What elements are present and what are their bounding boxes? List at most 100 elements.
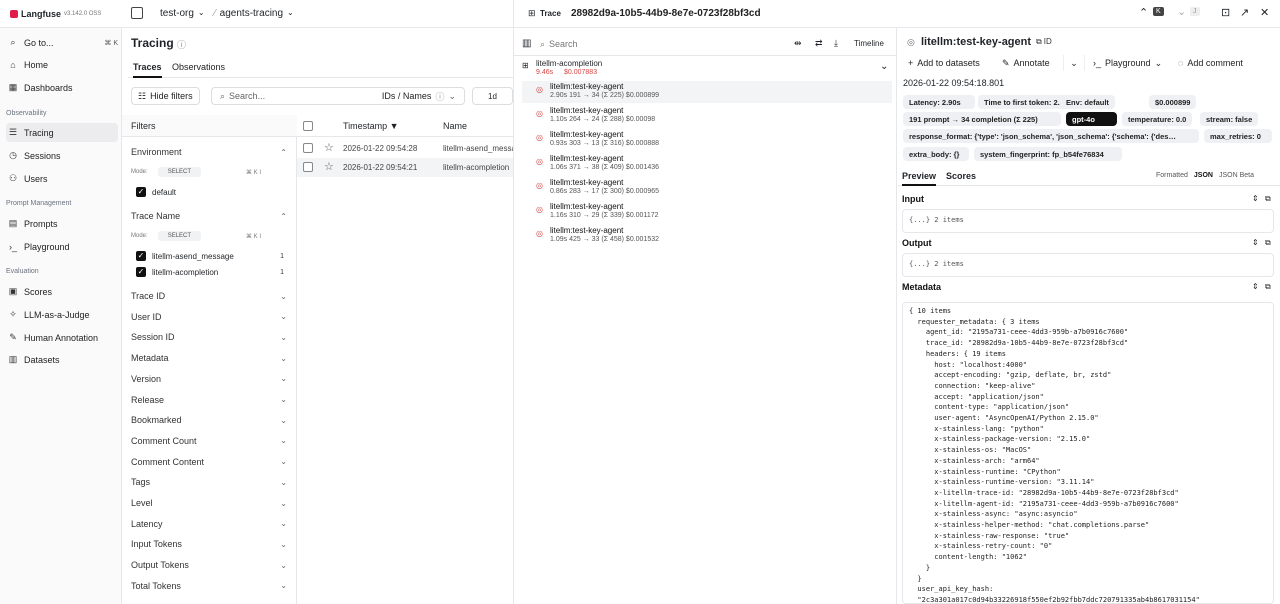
input-json-box[interactable]: {...} 2 items bbox=[902, 209, 1274, 233]
span-node[interactable]: ◎ litellm:test-key-agent 0.93s 303 → 13 (Σ… bbox=[522, 129, 892, 151]
table-row[interactable]: ☆ 2026-01-22 09:54:28 litellm-asend_mess… bbox=[297, 139, 513, 158]
annotate-button[interactable]: ✎ Annotate bbox=[1002, 55, 1050, 71]
filter-environment[interactable]: Environment ⌃ bbox=[131, 143, 287, 161]
expand-icon[interactable]: ⇕ bbox=[1252, 282, 1259, 291]
copy-icon[interactable]: ⧉ bbox=[1265, 194, 1271, 204]
copy-icon[interactable]: ⧉ bbox=[1265, 282, 1271, 292]
format-json-beta[interactable]: JSON Beta bbox=[1219, 172, 1254, 179]
format-formatted[interactable]: Formatted bbox=[1156, 172, 1188, 179]
tab-preview[interactable]: Preview bbox=[902, 171, 937, 186]
filter-input-tokens[interactable]: Input Tokens ⌄ bbox=[131, 535, 287, 553]
panel-icon[interactable]: ▥ bbox=[522, 38, 531, 49]
span-node[interactable]: ◎ litellm:test-key-agent 1.16s 310 → 29 (Σ… bbox=[522, 201, 892, 223]
external-link-icon[interactable]: ↗ bbox=[1240, 6, 1249, 19]
expand-icon[interactable]: ⇕ bbox=[1252, 194, 1259, 203]
sidebar-item-human-annotation[interactable]: ✎ Human Annotation bbox=[6, 328, 118, 347]
download-icon[interactable]: ⤓ bbox=[834, 38, 838, 49]
playground-button[interactable]: ›_ Playground ⌄ bbox=[1093, 55, 1162, 71]
row-checkbox[interactable] bbox=[303, 143, 313, 153]
filter-comment-count[interactable]: Comment Count ⌄ bbox=[131, 432, 287, 450]
filter-total-tokens[interactable]: Total Tokens ⌄ bbox=[131, 577, 287, 595]
column-name[interactable]: Name bbox=[443, 121, 467, 131]
sidebar-item-llm-judge[interactable]: ✧ LLM-as-a-Judge bbox=[6, 305, 118, 324]
mode-selector[interactable]: Mode: SELECT ⌘ K I bbox=[131, 165, 281, 179]
filter-tags[interactable]: Tags ⌄ bbox=[131, 473, 287, 491]
sidebar-item-dashboards[interactable]: ▦ Dashboards bbox=[6, 78, 118, 97]
filter-comment-content[interactable]: Comment Content ⌄ bbox=[131, 453, 287, 471]
checkbox-checked-icon[interactable]: ✓ bbox=[136, 251, 146, 261]
filter-output-tokens[interactable]: Output Tokens ⌄ bbox=[131, 556, 287, 574]
filter-trace-name[interactable]: Trace Name ⌃ bbox=[131, 207, 287, 225]
span-node[interactable]: ◎ litellm:test-key-agent 1.06s 371 → 38 (Σ… bbox=[522, 153, 892, 175]
row-checkbox[interactable] bbox=[303, 162, 313, 172]
chevron-up-icon[interactable]: ⌃ bbox=[1139, 6, 1148, 19]
star-icon[interactable]: ☆ bbox=[324, 141, 334, 154]
timeline-button[interactable]: Timeline bbox=[854, 39, 884, 48]
sidebar-item-sessions[interactable]: ◷ Sessions bbox=[6, 146, 118, 165]
tab-observations[interactable]: Observations bbox=[172, 62, 225, 72]
span-node[interactable]: ◎ litellm:test-key-agent 1.09s 425 → 33 (Σ… bbox=[522, 225, 892, 247]
copy-icon[interactable]: ⧉ bbox=[1265, 238, 1271, 248]
project-selector[interactable]: ⁄ agents-tracing ⌄ bbox=[214, 8, 294, 19]
select-all-checkbox[interactable] bbox=[303, 121, 313, 131]
filter-release[interactable]: Release ⌄ bbox=[131, 391, 287, 409]
tab-scores[interactable]: Scores bbox=[946, 171, 976, 181]
collapse-icon[interactable]: ⊡ bbox=[1221, 6, 1230, 19]
filter-option-acompletion[interactable]: ✓ litellm-acompletion 1 bbox=[136, 265, 284, 279]
adjust-icon[interactable]: ⇹ bbox=[794, 38, 802, 49]
span-node[interactable]: ◎ litellm:test-key-agent 2.90s 191 → 34 (Σ… bbox=[522, 81, 892, 103]
sidebar-item-tracing[interactable]: ☰ Tracing bbox=[6, 123, 118, 142]
sidebar-toggle-icon[interactable] bbox=[131, 7, 143, 19]
chevron-down-icon[interactable]: ⌄ bbox=[1177, 5, 1186, 18]
filter-user-id[interactable]: User ID ⌄ bbox=[131, 308, 287, 326]
copy-id-button[interactable]: ⧉ ID bbox=[1036, 37, 1052, 47]
annotate-dropdown-button[interactable]: ⌄ bbox=[1063, 55, 1085, 71]
star-icon[interactable]: ☆ bbox=[324, 160, 334, 173]
sidebar-item-datasets[interactable]: ▥ Datasets bbox=[6, 350, 118, 369]
span-node[interactable]: ◎ litellm:test-key-agent 1.10s 264 → 24 (Σ… bbox=[522, 105, 892, 127]
tree-search-input[interactable]: ⌕ Search bbox=[540, 36, 780, 52]
mode-selector[interactable]: Mode: SELECT ⌘ K I bbox=[131, 229, 281, 243]
metadata-json-view[interactable]: { 10 items requester_metadata: { 3 items… bbox=[902, 302, 1274, 604]
filter-trace-id[interactable]: Trace ID ⌄ bbox=[131, 287, 287, 305]
info-icon[interactable]: ⓘ bbox=[177, 38, 186, 51]
root-trace-node[interactable]: ⊞ litellm-acompletion 9.46s $0.007883 ⌄ bbox=[522, 58, 892, 80]
hide-filters-button[interactable]: ☷ Hide filters bbox=[131, 87, 200, 105]
column-timestamp[interactable]: Timestamp ▼ bbox=[343, 121, 399, 131]
brand[interactable]: Langfuse v3.142.0 OSS bbox=[10, 9, 101, 19]
filter-version[interactable]: Version ⌄ bbox=[131, 370, 287, 388]
filter-metadata[interactable]: Metadata ⌄ bbox=[131, 349, 287, 367]
sidebar-item-home[interactable]: ⌂ Home bbox=[6, 55, 118, 74]
checkbox-checked-icon[interactable]: ✓ bbox=[136, 187, 146, 197]
expand-icon[interactable]: ⇕ bbox=[1252, 238, 1259, 247]
metadata-badge[interactable]: gpt-4o bbox=[1066, 112, 1117, 126]
close-icon[interactable]: ✕ bbox=[1260, 6, 1269, 19]
sidebar-item-goto[interactable]: ⌕ Go to... ⌘ K bbox=[6, 33, 118, 52]
add-to-datasets-button[interactable]: + Add to datasets bbox=[908, 55, 980, 71]
sidebar-item-scores[interactable]: ▣ Scores bbox=[6, 282, 118, 301]
table-row[interactable]: ☆ 2026-01-22 09:54:21 litellm-acompletio… bbox=[297, 158, 513, 177]
filter-level[interactable]: Level ⌄ bbox=[131, 494, 287, 512]
sidebar-item-prompts[interactable]: ▤ Prompts bbox=[6, 214, 118, 233]
date-range-select[interactable]: 1d bbox=[472, 87, 513, 105]
filter-bookmarked[interactable]: Bookmarked ⌄ bbox=[131, 411, 287, 429]
ids-names-select[interactable]: IDs / Names bbox=[382, 91, 432, 101]
sidebar-item-playground[interactable]: ›_ Playground bbox=[6, 237, 118, 256]
select-mode-button[interactable]: SELECT bbox=[157, 231, 202, 241]
tab-traces[interactable]: Traces bbox=[133, 62, 162, 78]
output-json-box[interactable]: {...} 2 items bbox=[902, 253, 1274, 277]
org-selector[interactable]: test-org ⌄ bbox=[160, 8, 205, 19]
filter-option-asend-message[interactable]: ✓ litellm-asend_message 1 bbox=[136, 249, 284, 263]
chevron-down-icon[interactable]: ⌄ bbox=[880, 61, 888, 72]
format-json[interactable]: JSON bbox=[1194, 172, 1213, 179]
select-mode-button[interactable]: SELECT bbox=[157, 167, 202, 177]
search-input[interactable]: ⌕ Search... IDs / Names ⓘ ⌄ bbox=[211, 87, 465, 105]
filter-latency[interactable]: Latency ⌄ bbox=[131, 515, 287, 533]
filter-option-default[interactable]: ✓ default bbox=[136, 185, 284, 199]
add-comment-button[interactable]: ◌ Add comment bbox=[1178, 55, 1243, 71]
span-node[interactable]: ◎ litellm:test-key-agent 0.86s 283 → 17 (Σ… bbox=[522, 177, 892, 199]
filter-session-id[interactable]: Session ID ⌄ bbox=[131, 328, 287, 346]
checkbox-checked-icon[interactable]: ✓ bbox=[136, 267, 146, 277]
settings-icon[interactable]: ⇄ bbox=[815, 38, 823, 49]
sidebar-item-users[interactable]: ⚇ Users bbox=[6, 169, 118, 188]
